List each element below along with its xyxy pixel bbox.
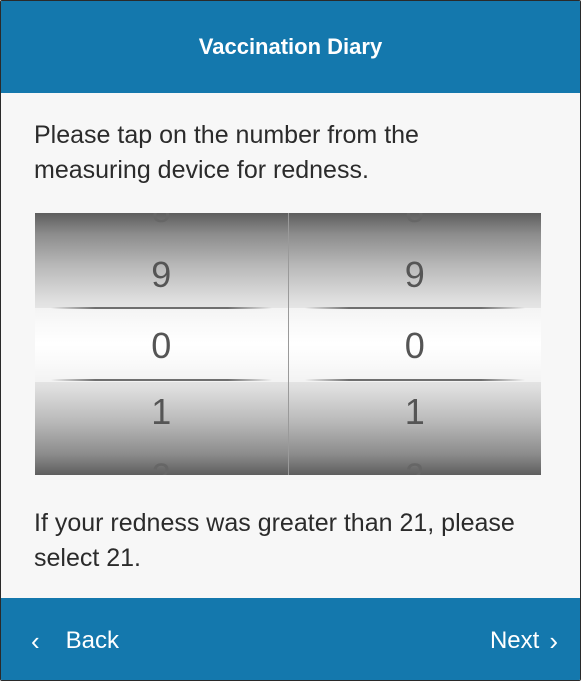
chevron-left-icon: ‹	[31, 626, 40, 656]
wheel-digit[interactable]: 2	[35, 456, 288, 475]
wheel-digit-selected[interactable]: 0	[289, 326, 542, 366]
selection-line-top	[51, 307, 272, 309]
chevron-right-icon: ›	[549, 626, 558, 656]
back-label: Back	[65, 627, 120, 654]
number-picker: 8 9 0 1 2 8 9 0 1 2	[35, 213, 541, 475]
app-window: Vaccination Diary Please tap on the numb…	[0, 0, 581, 681]
next-button[interactable]: Next ›	[490, 624, 558, 658]
selection-line-bottom	[51, 379, 272, 381]
wheel-digit[interactable]: 1	[289, 392, 542, 432]
wheel-digit[interactable]: 2	[289, 456, 542, 475]
wheel-digit-selected[interactable]: 0	[35, 326, 288, 366]
wheel-digit[interactable]: 8	[35, 213, 288, 231]
selection-line-bottom	[304, 379, 525, 381]
wheel-digit[interactable]: 9	[289, 255, 542, 295]
wheel-digit[interactable]: 9	[35, 255, 288, 295]
picker-wheel-ones[interactable]: 8 9 0 1 2	[287, 213, 542, 475]
content-area: Please tap on the number from the measur…	[1, 93, 580, 598]
wheel-digit[interactable]: 1	[35, 392, 288, 432]
picker-wheel-tens[interactable]: 8 9 0 1 2	[35, 213, 288, 475]
selection-line-top	[304, 307, 525, 309]
page-title: Vaccination Diary	[198, 34, 383, 59]
app-header: Vaccination Diary	[1, 1, 580, 93]
instruction-text: Please tap on the number from the measur…	[34, 121, 419, 184]
footer-nav-bar: ‹ Back Next ›	[1, 598, 580, 680]
back-button[interactable]: ‹ Back	[31, 624, 119, 658]
note-text: If your redness was greater than 21, ple…	[34, 509, 515, 572]
wheel-digit[interactable]: 8	[289, 213, 542, 231]
next-label: Next	[489, 627, 540, 654]
